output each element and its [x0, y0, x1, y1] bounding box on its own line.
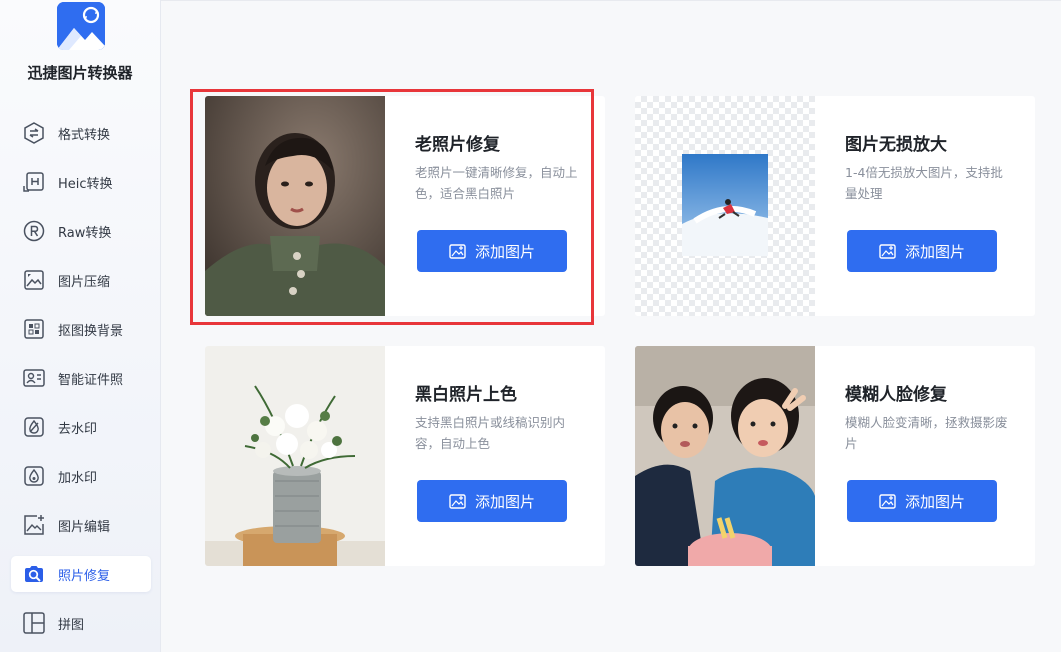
add-image-button-label: 添加图片: [474, 242, 535, 261]
sidebar-item-label: 智能证件照: [58, 372, 124, 388]
sidebar-item-label: 照片修复: [58, 568, 111, 584]
card-description: 支持黑白照片或线稿识别内容，自动上色: [415, 415, 566, 451]
sidebar-item-label: 拼图: [58, 617, 85, 633]
card-colorize-photo[interactable]: 黑白照片上色 支持黑白照片或线稿识别内容，自动上色 添加图片: [205, 346, 605, 566]
card-title: 图片无损放大: [845, 135, 947, 155]
sidebar-item-label: 图片压缩: [58, 274, 111, 290]
sidebar-item-id-photo[interactable]: 智能证件照: [11, 360, 151, 396]
image-add-icon: [449, 243, 466, 259]
image-add-icon: [879, 493, 896, 509]
card-description: 老照片一键清晰修复，自动上色，适合黑白照片: [415, 165, 578, 201]
card-old-photo-repair[interactable]: 老照片修复 老照片一键清晰修复，自动上色，适合黑白照片 添加图片: [205, 96, 605, 316]
image-compress-icon: [22, 268, 46, 292]
sidebar-item-label: 格式转换: [58, 127, 111, 143]
add-image-button[interactable]: 添加图片: [417, 480, 567, 522]
sidebar-item-heic[interactable]: Heic转换: [11, 164, 151, 200]
card-description: 1-4倍无损放大图片，支持批量处理: [845, 165, 1003, 201]
colorize-thumbnail: [205, 346, 385, 566]
sidebar-item-remove-watermark[interactable]: 去水印: [11, 409, 151, 445]
add-image-button[interactable]: 添加图片: [847, 230, 997, 272]
sidebar-item-label: 去水印: [58, 421, 98, 437]
photo-repair-icon: [22, 562, 46, 586]
sidebar-item-add-watermark[interactable]: 加水印: [11, 458, 151, 494]
sidebar-item-image-compress[interactable]: 图片压缩: [11, 262, 151, 298]
upscale-thumbnail: [635, 96, 815, 316]
add-image-button-label: 添加图片: [904, 492, 965, 511]
sidebar-item-collage[interactable]: 拼图: [11, 605, 151, 641]
card-face-repair[interactable]: 模糊人脸修复 模糊人脸变清晰，拯救摄影废片 添加图片: [635, 346, 1035, 566]
remove-watermark-icon: [22, 415, 46, 439]
add-watermark-icon: [22, 464, 46, 488]
image-add-icon: [879, 243, 896, 259]
sidebar-item-format-convert[interactable]: 格式转换: [11, 115, 151, 151]
sidebar-item-photo-repair[interactable]: 照片修复: [11, 556, 151, 592]
card-title: 黑白照片上色: [415, 385, 517, 405]
card-description: 模糊人脸变清晰，拯救摄影废片: [845, 415, 1008, 451]
image-add-icon: [449, 493, 466, 509]
add-image-button[interactable]: 添加图片: [417, 230, 567, 272]
format-convert-icon: [22, 121, 46, 145]
sidebar-item-cutout[interactable]: 抠图换背景: [11, 311, 151, 347]
card-title: 模糊人脸修复: [845, 385, 947, 405]
sidebar: 迅捷图片转换器 格式转换 Heic转换 Raw转换 图片压缩 抠图换背景 智能证: [0, 0, 161, 652]
top-divider: [161, 0, 1061, 1]
card-lossless-upscale[interactable]: 图片无损放大 1-4倍无损放大图片，支持批量处理 添加图片: [635, 96, 1035, 316]
raw-icon: [22, 219, 46, 243]
heic-icon: [22, 170, 46, 194]
old-photo-thumbnail: [205, 96, 385, 316]
sidebar-item-raw[interactable]: Raw转换: [11, 213, 151, 249]
app-name: 迅捷图片转换器: [27, 64, 133, 82]
app-logo-icon: [57, 2, 105, 50]
face-repair-thumbnail: [635, 346, 815, 566]
sidebar-item-label: 加水印: [58, 470, 98, 486]
sidebar-item-label: 图片编辑: [58, 519, 111, 535]
cutout-icon: [22, 317, 46, 341]
sidebar-item-image-edit[interactable]: 图片编辑: [11, 507, 151, 543]
sidebar-item-label: Raw转换: [58, 225, 112, 241]
add-image-button-label: 添加图片: [474, 492, 535, 511]
card-title: 老照片修复: [415, 135, 500, 155]
sidebar-item-label: Heic转换: [58, 176, 113, 192]
add-image-button-label: 添加图片: [904, 242, 965, 261]
sidebar-item-label: 抠图换背景: [58, 323, 124, 339]
add-image-button[interactable]: 添加图片: [847, 480, 997, 522]
image-edit-icon: [22, 513, 46, 537]
id-photo-icon: [22, 366, 46, 390]
collage-icon: [22, 611, 46, 635]
